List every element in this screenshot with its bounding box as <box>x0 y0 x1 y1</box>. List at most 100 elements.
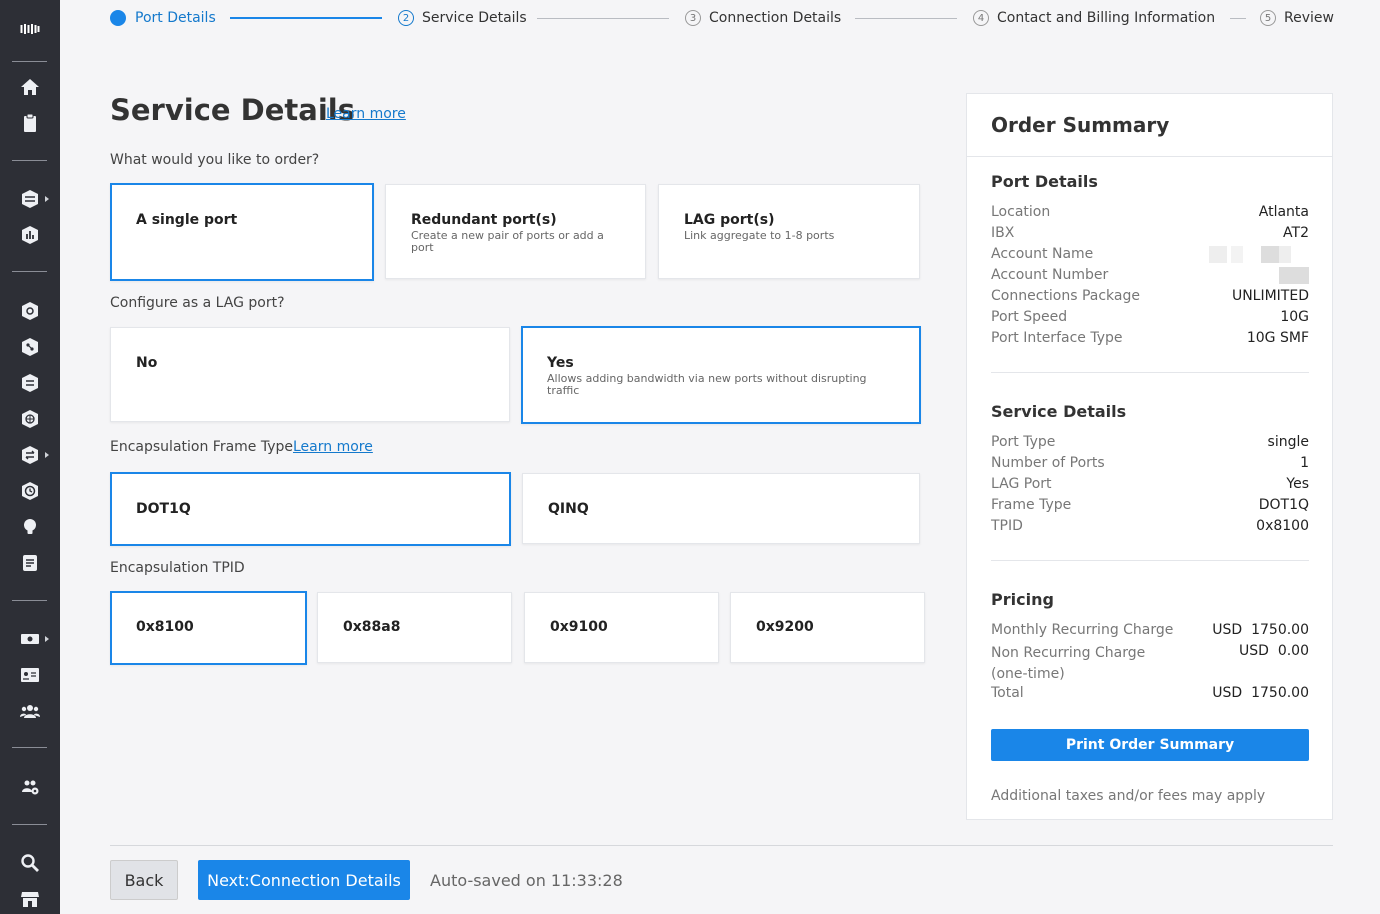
clock-icon[interactable] <box>0 476 60 506</box>
step-number: 3 <box>685 10 701 26</box>
option-redundant-ports[interactable]: Redundant port(s) Create a new pair of p… <box>385 184 646 279</box>
sidebar-divider <box>12 747 47 748</box>
document-icon[interactable] <box>0 548 60 578</box>
summary-row-port-speed: Port Speed 10G <box>991 309 1309 330</box>
layers-icon[interactable] <box>0 184 60 214</box>
service-details-heading: Service Details <box>991 402 1127 421</box>
back-button[interactable]: Back <box>110 860 178 900</box>
option-tpid-9100[interactable]: 0x9100 <box>524 592 719 663</box>
search-icon[interactable] <box>0 848 60 878</box>
step-connector <box>537 18 669 19</box>
row-key: Port Interface Type <box>991 330 1123 346</box>
summary-row-frame-type: Frame Type DOT1Q <box>991 497 1309 518</box>
clipboard-icon[interactable] <box>0 108 60 138</box>
order-summary-title: Order Summary <box>967 94 1332 157</box>
active-step-dot-icon <box>110 10 126 26</box>
hexagon-network-icon[interactable] <box>0 296 60 326</box>
row-key: IBX <box>991 225 1015 241</box>
option-title: A single port <box>136 212 238 228</box>
sidebar-divider <box>12 600 47 601</box>
logo-icon[interactable] <box>0 14 60 44</box>
row-key: Account Number <box>991 267 1109 283</box>
row-value: USD 1750.00 <box>1212 685 1309 701</box>
progress-stepper: Port Details 2 Service Details 3 Connect… <box>60 0 1380 38</box>
learn-more-link[interactable]: Learn more <box>326 106 406 122</box>
id-card-icon[interactable] <box>0 660 60 690</box>
store-icon[interactable] <box>0 884 60 914</box>
row-key: Account Name <box>991 246 1094 262</box>
step-label: Service Details <box>422 10 527 26</box>
row-value: 1 <box>1300 455 1309 471</box>
sidebar-divider <box>12 160 47 161</box>
row-key: Number of Ports <box>991 455 1105 471</box>
row-value: USD 0.00 <box>1239 643 1309 659</box>
summary-row-mrc: Monthly Recurring Charge USD 1750.00 <box>991 622 1309 643</box>
summary-row-location: Location Atlanta <box>991 204 1309 225</box>
port-details-heading: Port Details <box>991 172 1098 191</box>
row-value: single <box>1267 434 1309 450</box>
lightbulb-icon[interactable] <box>0 512 60 542</box>
option-qinq[interactable]: QINQ <box>522 473 920 544</box>
step-label: Review <box>1284 10 1334 26</box>
money-icon[interactable] <box>0 624 60 654</box>
page-title: Service Details <box>110 93 355 127</box>
summary-row-lag-port: LAG Port Yes <box>991 476 1309 497</box>
option-subtitle: Create a new pair of ports or add a port <box>411 229 604 254</box>
row-key: Connections Package <box>991 288 1140 304</box>
home-icon[interactable] <box>0 72 60 102</box>
step-connector <box>230 17 382 19</box>
next-button[interactable]: Next:Connection Details <box>198 860 410 900</box>
step-label: Connection Details <box>709 10 842 26</box>
taxes-note: Additional taxes and/or fees may apply <box>991 788 1266 804</box>
option-subtitle: Allows adding bandwidth via new ports wi… <box>547 372 867 397</box>
option-title: 0x88a8 <box>343 619 401 635</box>
row-key: Location <box>991 204 1051 220</box>
option-title: 0x9200 <box>756 619 814 635</box>
row-value: Yes <box>1286 476 1309 492</box>
frame-type-label: Encapsulation Frame Type <box>110 439 294 455</box>
footer-divider <box>110 845 1333 846</box>
step-label: Contact and Billing Information <box>997 10 1216 26</box>
option-title: No <box>136 355 158 371</box>
share-icon[interactable] <box>0 332 60 362</box>
users-icon[interactable] <box>0 696 60 726</box>
expand-caret-icon <box>45 452 49 458</box>
globe-icon[interactable] <box>0 404 60 434</box>
order-summary-panel: Order Summary Port Details Location Atla… <box>966 93 1333 820</box>
step-contact-billing[interactable]: 4 Contact and Billing Information <box>973 10 1215 26</box>
summary-row-total: Total USD 1750.00 <box>991 685 1309 706</box>
chart-icon[interactable] <box>0 220 60 250</box>
summary-row-port-interface: Port Interface Type 10G SMF <box>991 330 1309 351</box>
sidebar-divider <box>12 271 47 272</box>
row-key: Total <box>991 685 1024 701</box>
option-lag-no[interactable]: No <box>110 327 510 422</box>
step-review[interactable]: 5 Review <box>1260 10 1334 26</box>
summary-row-account-number: Account Number <box>991 267 1309 288</box>
exchange-icon[interactable] <box>0 440 60 470</box>
step-connector <box>855 18 957 19</box>
option-tpid-9200[interactable]: 0x9200 <box>730 592 925 663</box>
sidebar <box>0 0 60 914</box>
option-dot1q[interactable]: DOT1Q <box>110 472 511 546</box>
option-title: Redundant port(s) <box>411 212 557 228</box>
row-key: Port Type <box>991 434 1056 450</box>
team-settings-icon[interactable] <box>0 772 60 802</box>
option-title: 0x9100 <box>550 619 608 635</box>
print-order-summary-button[interactable]: Print Order Summary <box>991 729 1309 761</box>
step-connection-details[interactable]: 3 Connection Details <box>685 10 841 26</box>
option-tpid-88a8[interactable]: 0x88a8 <box>317 592 512 663</box>
option-lag-yes[interactable]: Yes Allows adding bandwidth via new port… <box>521 326 921 424</box>
step-service-details[interactable]: 2 Service Details <box>398 10 527 26</box>
stack-icon[interactable] <box>0 368 60 398</box>
row-key: LAG Port <box>991 476 1052 492</box>
option-lag-ports[interactable]: LAG port(s) Link aggregate to 1-8 ports <box>658 184 920 279</box>
option-tpid-8100[interactable]: 0x8100 <box>110 591 307 665</box>
row-value: 0x8100 <box>1256 518 1309 534</box>
summary-row-account-name: Account Name <box>991 246 1309 267</box>
option-title: DOT1Q <box>136 501 191 517</box>
lag-question-label: Configure as a LAG port? <box>110 295 285 311</box>
option-single-port[interactable]: A single port <box>110 183 374 281</box>
frame-learn-more-link[interactable]: Learn more <box>293 439 373 455</box>
step-port-details[interactable]: Port Details <box>110 10 216 26</box>
row-value: USD 1750.00 <box>1212 622 1309 638</box>
